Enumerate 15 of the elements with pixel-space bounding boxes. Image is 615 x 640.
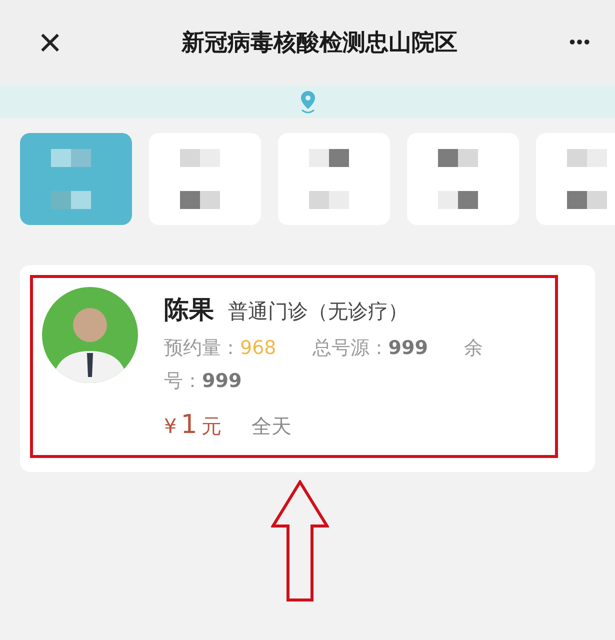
up-arrow-icon	[270, 480, 328, 602]
window-title: 新冠病毒核酸检测忠山院区	[180, 29, 459, 58]
date-tile[interactable]	[149, 133, 261, 225]
clinic-type: 普通门诊（无诊疗）	[228, 298, 408, 325]
date-tile[interactable]	[278, 133, 390, 225]
quota-text: 预约量：968 总号源：999 余号：999	[164, 336, 484, 394]
date-tile[interactable]	[407, 133, 519, 225]
date-tile[interactable]	[20, 133, 132, 225]
date-tile[interactable]	[536, 133, 615, 225]
more-button[interactable]: •••	[569, 32, 591, 53]
close-button[interactable]: ×	[30, 22, 70, 62]
doctor-card[interactable]: 陈果 普通门诊（无诊疗） 预约量：968 总号源：999 余号：999 ¥1 元 全天	[20, 265, 595, 472]
time-slot: 全天	[251, 413, 292, 440]
price: ¥1 元	[164, 410, 222, 440]
doctor-name: 陈果	[164, 294, 214, 326]
